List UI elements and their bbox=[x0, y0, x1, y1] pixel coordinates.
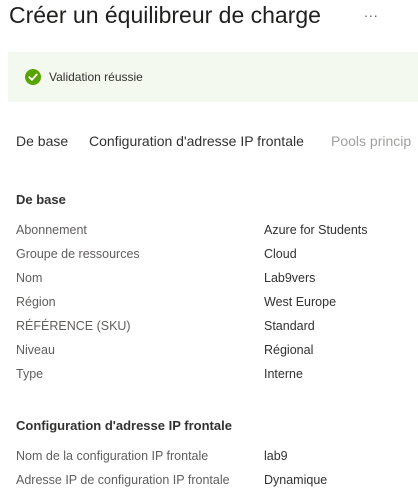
row-label: Adresse IP de configuration IP frontale bbox=[16, 473, 230, 487]
summary-row: Adresse IP de configuration IP frontale … bbox=[0, 473, 418, 493]
section-title-basics: De base bbox=[16, 192, 66, 207]
row-value: Lab9vers bbox=[264, 271, 316, 285]
tab-basics[interactable]: De base bbox=[16, 133, 68, 149]
row-value: lab9 bbox=[264, 449, 288, 463]
row-value: Régional bbox=[264, 343, 314, 357]
summary-row: Nom Lab9vers bbox=[0, 271, 418, 291]
summary-row: RÉFÉRENCE (SKU) Standard bbox=[0, 319, 418, 339]
row-label: Nom de la configuration IP frontale bbox=[16, 449, 209, 463]
row-value: Cloud bbox=[264, 247, 297, 261]
row-value: Dynamique bbox=[264, 473, 328, 487]
success-check-icon bbox=[25, 69, 41, 85]
row-label: Région bbox=[16, 295, 56, 309]
row-value: Standard bbox=[264, 319, 315, 333]
row-label: Nom bbox=[16, 271, 43, 285]
row-value: Azure for Students bbox=[264, 223, 368, 237]
row-label: Groupe de ressources bbox=[16, 247, 140, 261]
tab-bar: De base Configuration d'adresse IP front… bbox=[0, 133, 418, 153]
tab-backend-pools[interactable]: Pools princip bbox=[331, 133, 411, 149]
summary-row: Niveau Régional bbox=[0, 343, 418, 363]
row-label: Type bbox=[16, 367, 44, 381]
validation-banner: Validation réussie bbox=[8, 52, 418, 102]
row-value: West Europe bbox=[264, 295, 337, 309]
row-label: RÉFÉRENCE (SKU) bbox=[16, 319, 131, 333]
summary-row: Région West Europe bbox=[0, 295, 418, 315]
summary-row: Type Interne bbox=[0, 367, 418, 387]
summary-row: Abonnement Azure for Students bbox=[0, 223, 418, 243]
tab-frontend-ip[interactable]: Configuration d'adresse IP frontale bbox=[89, 133, 304, 149]
row-value: Interne bbox=[264, 367, 303, 381]
summary-row: Groupe de ressources Cloud bbox=[0, 247, 418, 267]
row-label: Abonnement bbox=[16, 223, 87, 237]
more-options-icon[interactable]: ... bbox=[364, 4, 379, 20]
validation-message: Validation réussie bbox=[49, 70, 143, 84]
row-label: Niveau bbox=[16, 343, 55, 357]
summary-row: Nom de la configuration IP frontale lab9 bbox=[0, 449, 418, 469]
page-title: Créer un équilibreur de charge bbox=[9, 2, 321, 28]
section-title-frontend-ip: Configuration d'adresse IP frontale bbox=[16, 418, 232, 433]
